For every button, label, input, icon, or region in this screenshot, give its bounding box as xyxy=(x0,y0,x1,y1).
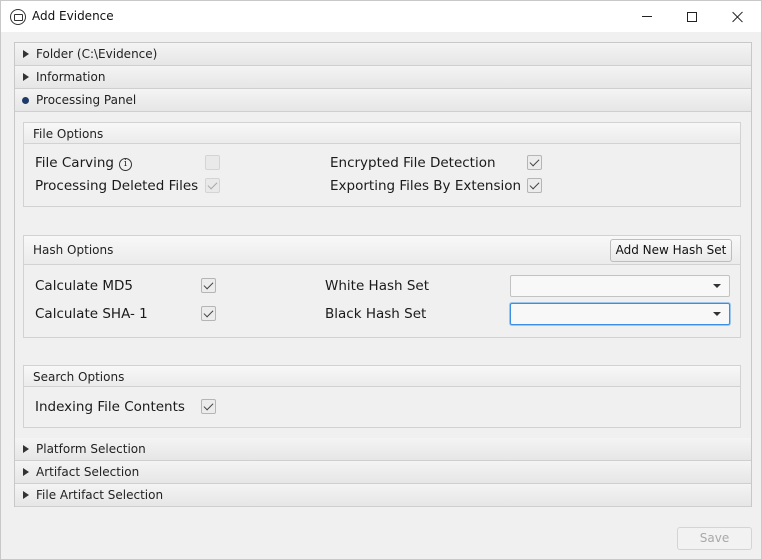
exporting-extension-label: Exporting Files By Extension xyxy=(330,178,522,194)
indexing-file-contents-checkbox[interactable] xyxy=(201,399,216,414)
file-options-section: File Options File Carving i Processing De… xyxy=(23,122,741,207)
file-carving-label: File Carving i xyxy=(35,155,132,171)
exporting-extension-checkbox[interactable] xyxy=(527,178,542,193)
accordion-processing-panel[interactable]: Processing Panel xyxy=(15,89,751,112)
info-icon[interactable]: i xyxy=(119,158,132,171)
calculate-md5-checkbox[interactable] xyxy=(201,278,216,293)
white-hash-set-dropdown[interactable] xyxy=(510,275,730,297)
app-icon xyxy=(10,9,26,25)
maximize-icon xyxy=(687,11,697,22)
encrypted-detection-checkbox[interactable] xyxy=(527,155,542,170)
calculate-md5-label: Calculate MD5 xyxy=(35,278,133,294)
minimize-button[interactable] xyxy=(625,1,669,32)
indexing-file-contents-label: Indexing File Contents xyxy=(35,399,185,415)
accordion-folder-label: Folder (C:\Evidence) xyxy=(36,47,158,61)
title-bar[interactable]: Add Evidence xyxy=(1,1,761,32)
active-section-dot-icon xyxy=(22,96,29,104)
accordion-artifact-selection[interactable]: Artifact Selection xyxy=(15,461,751,484)
black-hash-set-label: Black Hash Set xyxy=(325,306,427,322)
white-hash-set-label: White Hash Set xyxy=(325,278,430,294)
add-new-hash-set-button[interactable]: Add New Hash Set xyxy=(610,239,732,262)
search-options-body: Indexing File Contents xyxy=(23,387,741,428)
search-options-title: Search Options xyxy=(33,370,125,384)
chevron-down-icon xyxy=(713,312,721,316)
expand-triangle-icon xyxy=(23,491,29,499)
file-options-body: File Carving i Processing Deleted Files E… xyxy=(23,144,741,207)
black-hash-set-dropdown[interactable] xyxy=(510,303,730,325)
search-options-section: Search Options Indexing File Contents xyxy=(23,365,741,428)
processing-deleted-label: Processing Deleted Files xyxy=(35,178,199,194)
hash-options-body: Calculate MD5 Calculate SHA- 1 White Has… xyxy=(23,265,741,338)
accordion-artifact-label: Artifact Selection xyxy=(36,465,140,479)
hash-options-header: Hash Options Add New Hash Set xyxy=(23,235,741,265)
calculate-sha1-checkbox[interactable] xyxy=(201,306,216,321)
expand-triangle-icon xyxy=(23,468,29,476)
minimize-icon xyxy=(642,16,652,17)
search-options-header: Search Options xyxy=(23,365,741,387)
calculate-sha1-label: Calculate SHA- 1 xyxy=(35,306,148,322)
window-title: Add Evidence xyxy=(32,9,114,23)
close-icon xyxy=(732,11,744,23)
file-carving-checkbox[interactable] xyxy=(205,155,220,170)
save-button[interactable]: Save xyxy=(677,527,752,550)
accordion-platform-label: Platform Selection xyxy=(36,442,146,456)
hash-options-section: Hash Options Add New Hash Set Calculate … xyxy=(23,235,741,338)
encrypted-detection-label: Encrypted File Detection xyxy=(330,155,496,171)
accordion-file-artifact-label: File Artifact Selection xyxy=(36,488,164,502)
processing-deleted-checkbox[interactable] xyxy=(205,178,220,193)
expand-triangle-icon xyxy=(23,445,29,453)
add-evidence-window: Add Evidence Folder (C:\Evidence) Inform… xyxy=(0,0,762,560)
accordion-folder[interactable]: Folder (C:\Evidence) xyxy=(15,43,751,66)
expand-triangle-icon xyxy=(23,50,29,58)
close-button[interactable] xyxy=(716,1,760,32)
file-options-header: File Options xyxy=(23,122,741,144)
accordion-information[interactable]: Information xyxy=(15,66,751,89)
accordion-platform-selection[interactable]: Platform Selection xyxy=(15,438,751,461)
file-options-title: File Options xyxy=(33,127,104,141)
accordion-information-label: Information xyxy=(36,70,106,84)
chevron-down-icon xyxy=(713,284,721,288)
accordion-processing-label: Processing Panel xyxy=(36,93,137,107)
hash-options-title: Hash Options xyxy=(33,243,114,257)
accordion-file-artifact-selection[interactable]: File Artifact Selection xyxy=(15,484,751,507)
maximize-button[interactable] xyxy=(670,1,714,32)
accordion-panel: Folder (C:\Evidence) Information Process… xyxy=(14,42,752,507)
expand-triangle-icon xyxy=(23,73,29,81)
